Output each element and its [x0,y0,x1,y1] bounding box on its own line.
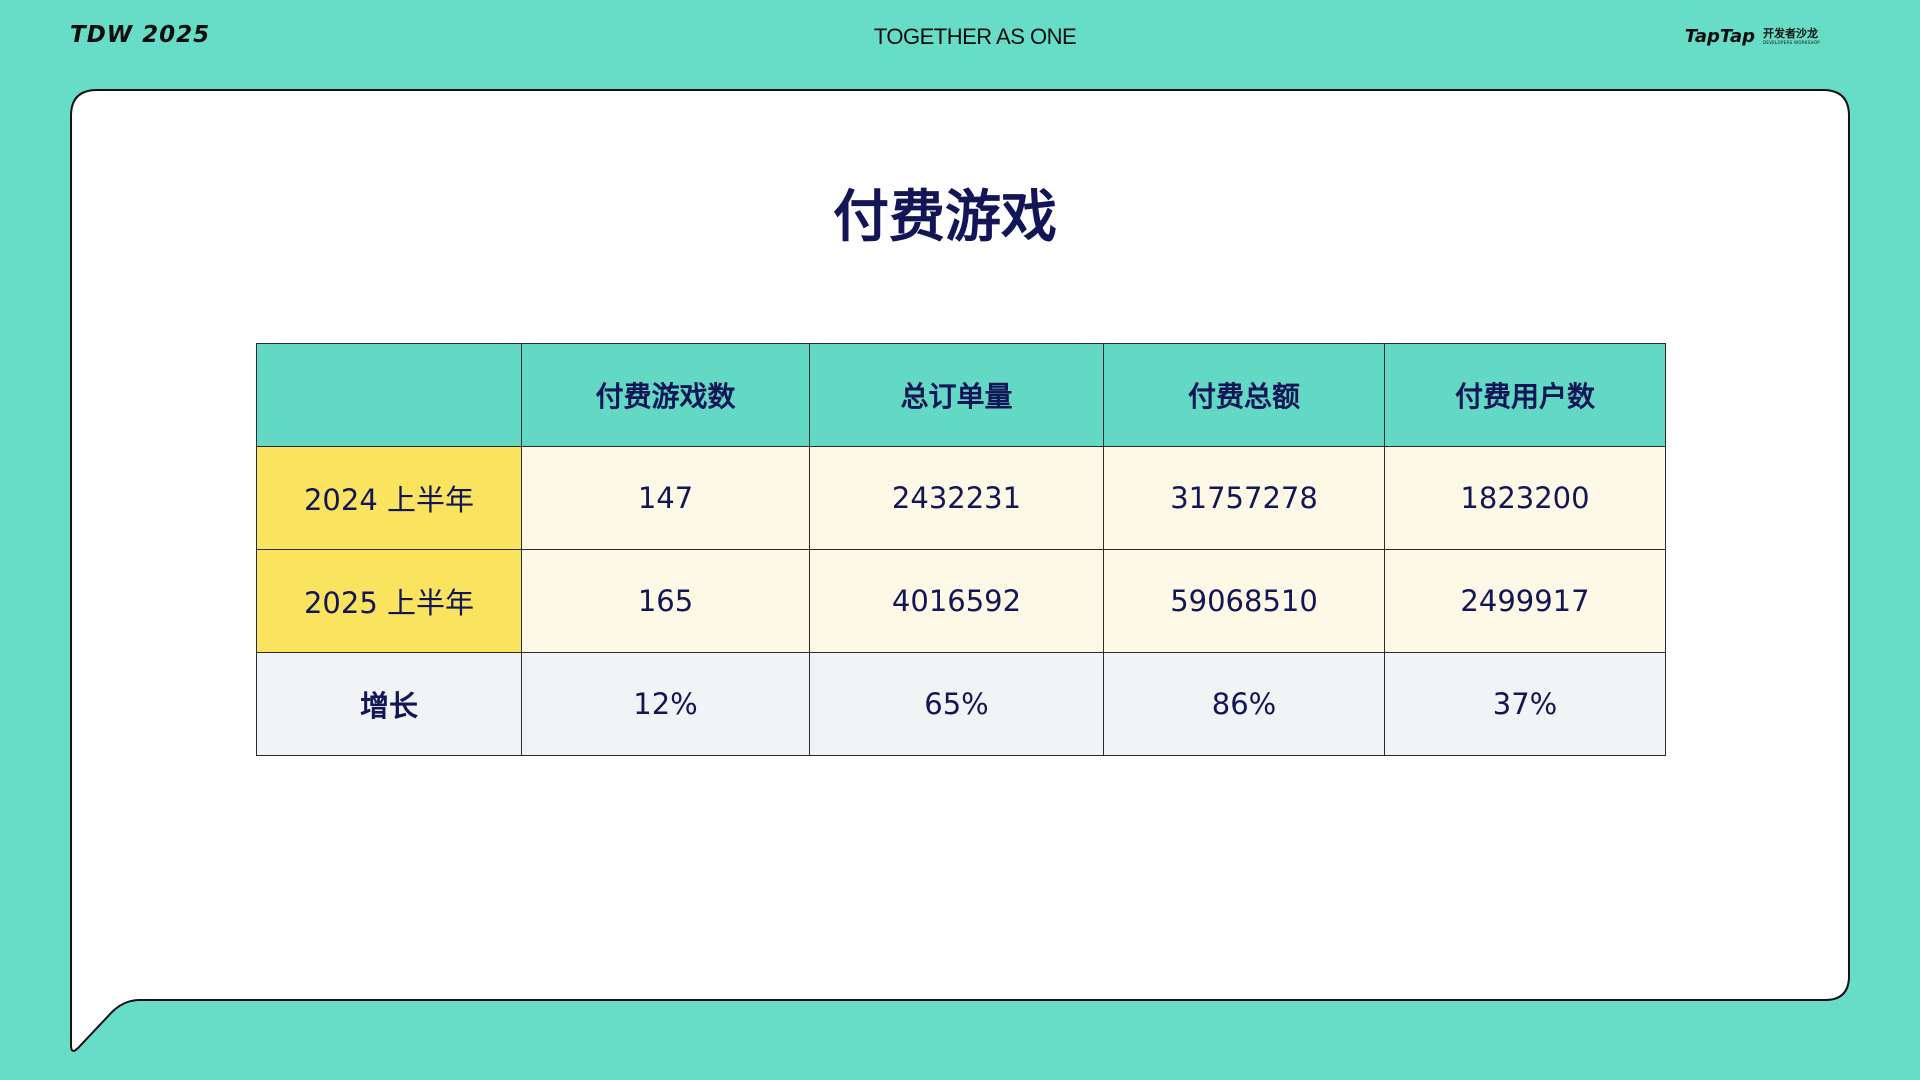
header-total-revenue: 付费总额 [1103,343,1385,447]
table-cell: 2499917 [1384,549,1666,653]
table-header-row: 付费游戏数 总订单量 付费总额 付费用户数 [256,343,1666,447]
table-cell: 37% [1384,652,1666,756]
table-cell: 59068510 [1103,549,1385,653]
row-label: 增长 [256,652,522,756]
table-cell: 65% [809,652,1104,756]
stats-table: 付费游戏数 总订单量 付费总额 付费用户数 2024 上半年 147 24322… [256,343,1666,756]
table-row: 2025 上半年 165 4016592 59068510 2499917 [256,549,1666,653]
table-row: 增长 12% 65% 86% 37% [256,652,1666,756]
table-cell: 1823200 [1384,446,1666,550]
header-total-orders: 总订单量 [809,343,1104,447]
table-cell: 147 [521,446,810,550]
table-cell: 31757278 [1103,446,1385,550]
row-label: 2024 上半年 [256,446,522,550]
header-paid-games: 付费游戏数 [521,343,810,447]
table-cell: 2432231 [809,446,1104,550]
table-row: 2024 上半年 147 2432231 31757278 1823200 [256,446,1666,550]
header-paying-users: 付费用户数 [1384,343,1666,447]
table-cell: 86% [1103,652,1385,756]
row-label: 2025 上半年 [256,549,522,653]
slide-title: 付费游戏 [833,185,1057,250]
header-cell-empty [256,343,522,447]
table-cell: 12% [521,652,810,756]
table-cell: 165 [521,549,810,653]
table-cell: 4016592 [809,549,1104,653]
